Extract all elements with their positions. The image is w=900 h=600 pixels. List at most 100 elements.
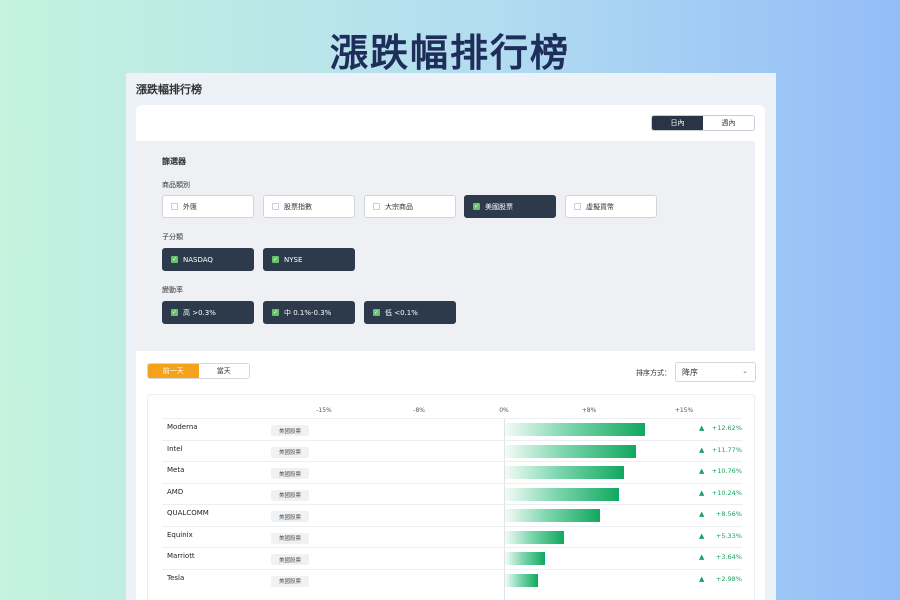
table-row[interactable]: AMD 美國股票 ▲ +10.24% (162, 482, 742, 504)
axis-tick: -8% (413, 407, 425, 414)
row-category-tag: 美國股票 (271, 489, 309, 501)
row-category-tag: 美國股票 (271, 425, 309, 436)
chip-label: 股票指數 (284, 202, 312, 211)
axis-tick: -15% (316, 407, 332, 414)
row-change-percent: +11.77% (711, 445, 742, 454)
volatility-label: 變動率 (162, 286, 183, 294)
chip-vol-mid[interactable]: ✓ 中 0.1%-0.3% (263, 301, 355, 324)
up-arrow-icon: ▲ (699, 445, 705, 454)
row-symbol: Meta (167, 466, 185, 474)
change-bar (505, 423, 646, 436)
ranking-card: 日內 週內 篩選器 商品類別 外匯 股票指數 大宗商品 ✓ 美國股票 虛擬貨幣 … (136, 105, 765, 600)
chip-label: 外匯 (183, 202, 197, 211)
row-change-percent: +8.56% (715, 510, 742, 518)
axis-tick: +15% (674, 407, 694, 414)
check-icon: ✓ (171, 308, 178, 316)
chip-label: NYSE (284, 255, 303, 264)
change-bar (505, 466, 625, 479)
table-row[interactable]: Tesla 美國股票 ▲ +2.98% (162, 568, 742, 590)
change-bar (505, 509, 601, 522)
row-symbol: Equinix (167, 530, 193, 539)
table-row[interactable]: QUALCOMM 美國股票 ▲ +8.56% (162, 504, 742, 525)
chip-crypto[interactable]: 虛擬貨幣 (565, 195, 657, 218)
change-bar (505, 444, 636, 458)
axis-tick: 0% (499, 407, 509, 414)
checkbox-icon (171, 203, 178, 210)
chip-label: 大宗商品 (385, 202, 413, 211)
day-toggle: 前一天 當天 (147, 363, 250, 379)
chip-vol-high[interactable]: ✓ 高 >0.3% (162, 301, 254, 324)
check-icon: ✓ (272, 255, 279, 263)
table-row[interactable]: Marriott 美國股票 ▲ +3.64% (162, 547, 742, 568)
row-symbol: Moderna (167, 423, 198, 431)
checkbox-icon (574, 203, 581, 210)
filter-title: 篩選器 (162, 157, 186, 166)
hero-title: 漲跌幅排行榜 (329, 31, 570, 75)
up-arrow-icon: ▲ (699, 510, 705, 518)
row-symbol: AMD (167, 487, 184, 496)
ranking-list: -15% -8% 0% +8% +15% Moderna 美國股票 ▲ +12.62%… (147, 394, 755, 600)
checkbox-icon (272, 203, 279, 210)
row-symbol: Intel (167, 444, 183, 453)
range-toggle: 日內 週內 (651, 115, 755, 131)
chip-commodities[interactable]: 大宗商品 (364, 195, 456, 218)
check-icon: ✓ (272, 308, 279, 316)
check-icon: ✓ (373, 308, 380, 316)
chip-label: 中 0.1%-0.3% (284, 308, 332, 317)
up-arrow-icon: ▲ (699, 574, 705, 583)
row-change-percent: +12.62% (711, 424, 742, 432)
change-bar (505, 573, 539, 587)
sort-select[interactable]: 降序 ⌄ (675, 362, 756, 382)
chip-nasdaq[interactable]: ✓ NASDAQ (162, 248, 254, 271)
chip-label: 虛擬貨幣 (586, 202, 614, 211)
chip-nyse[interactable]: ✓ NYSE (263, 248, 355, 271)
table-row[interactable]: Equinix 美國股票 ▲ +5.33% (162, 525, 742, 547)
chip-stock-index[interactable]: 股票指數 (263, 195, 355, 218)
axis-tick: +8% (581, 407, 597, 414)
row-change-percent: +5.33% (715, 531, 742, 540)
range-tab-intraday[interactable]: 日內 (652, 116, 703, 130)
row-change-percent: +3.64% (715, 553, 742, 561)
window-title: 漲跌幅排行榜 (136, 83, 202, 96)
chip-vol-low[interactable]: ✓ 低 <0.1% (364, 301, 456, 324)
up-arrow-icon: ▲ (699, 488, 705, 497)
row-category-tag: 美國股票 (271, 554, 309, 565)
checkbox-icon (373, 203, 380, 210)
range-tab-weekly[interactable]: 週內 (703, 116, 754, 130)
table-row[interactable]: Moderna 美國股票 ▲ +12.62% (162, 418, 742, 439)
up-arrow-icon: ▲ (699, 424, 705, 432)
check-icon: ✓ (473, 202, 480, 210)
chip-label: 低 <0.1% (385, 308, 418, 317)
row-symbol: Tesla (167, 573, 185, 582)
chip-label: 美國股票 (485, 202, 513, 211)
chip-label: 高 >0.3% (183, 308, 216, 317)
check-icon: ✓ (171, 255, 178, 263)
row-category-tag: 美國股票 (271, 532, 309, 544)
chip-forex[interactable]: 外匯 (162, 195, 254, 218)
row-category-tag: 美國股票 (271, 446, 309, 458)
row-symbol: Marriott (167, 552, 195, 560)
row-change-percent: +2.98% (715, 574, 742, 583)
change-bar (505, 487, 619, 501)
subcategory-label: 子分類 (162, 233, 183, 241)
sort-label: 排序方式： (636, 369, 671, 377)
chip-us-stocks[interactable]: ✓ 美國股票 (464, 195, 556, 218)
row-category-tag: 美國股票 (271, 468, 309, 479)
row-symbol: QUALCOMM (167, 509, 209, 517)
row-category-tag: 美國股票 (271, 575, 309, 587)
row-change-percent: +10.24% (711, 488, 742, 497)
sort-value: 降序 (682, 367, 698, 377)
change-bar (505, 530, 565, 544)
up-arrow-icon: ▲ (699, 467, 705, 475)
day-tab-previous[interactable]: 前一天 (148, 364, 199, 378)
chip-label: NASDAQ (183, 255, 213, 264)
category-label: 商品類別 (162, 181, 190, 189)
table-row[interactable]: Meta 美國股票 ▲ +10.76% (162, 461, 742, 482)
chevron-down-icon: ⌄ (742, 367, 748, 375)
change-bar (505, 552, 546, 565)
day-tab-today[interactable]: 當天 (198, 364, 249, 378)
up-arrow-icon: ▲ (699, 553, 705, 561)
row-category-tag: 美國股票 (271, 511, 309, 522)
table-row[interactable]: Intel 美國股票 ▲ +11.77% (162, 439, 742, 461)
filter-panel: 篩選器 商品類別 外匯 股票指數 大宗商品 ✓ 美國股票 虛擬貨幣 子分類 ✓ … (136, 141, 755, 351)
